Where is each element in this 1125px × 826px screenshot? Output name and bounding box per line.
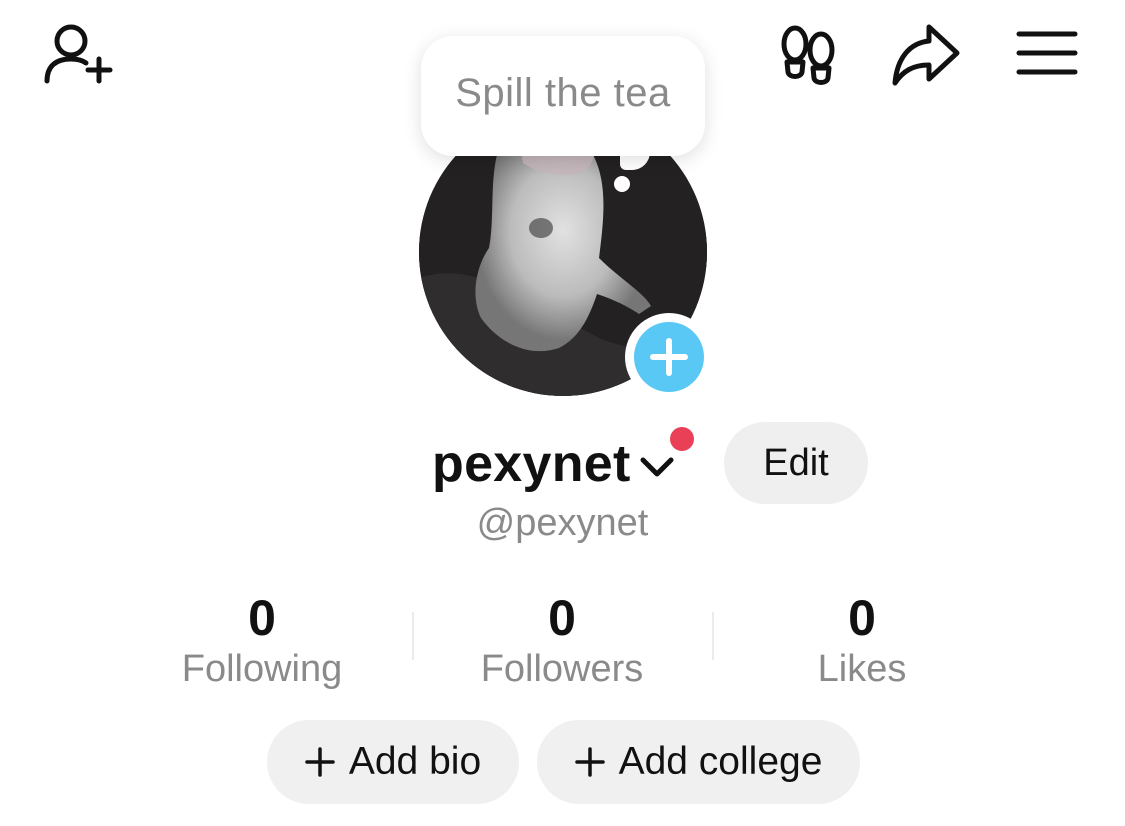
add-college-label: Add college xyxy=(618,740,823,783)
bubble-dot xyxy=(614,176,630,192)
add-college-button[interactable]: Add college xyxy=(537,720,860,804)
likes-count: 0 xyxy=(848,590,876,646)
add-bio-button[interactable]: Add bio xyxy=(267,720,519,804)
stat-following[interactable]: 0 Following xyxy=(112,590,412,692)
edit-profile-button[interactable]: Edit xyxy=(724,422,868,504)
person-plus-icon xyxy=(44,24,113,84)
username-handle: @pexynet xyxy=(476,502,649,544)
stat-likes[interactable]: 0 Likes xyxy=(712,590,1012,692)
add-bio-label: Add bio xyxy=(348,740,482,783)
following-label: Following xyxy=(181,648,343,690)
status-bubble[interactable]: Spill the tea xyxy=(421,36,705,156)
status-bubble-text: Spill the tea xyxy=(455,70,671,115)
add-avatar-button[interactable] xyxy=(625,313,713,401)
add-friend-button[interactable] xyxy=(38,18,118,90)
notification-dot xyxy=(670,427,694,451)
following-count: 0 xyxy=(248,590,276,646)
menu-button[interactable] xyxy=(1014,26,1080,80)
profile-views-button[interactable] xyxy=(774,20,842,90)
plus-icon xyxy=(574,747,605,777)
username-switcher[interactable]: pexynet xyxy=(432,432,675,496)
plus-icon xyxy=(650,338,688,376)
add-avatar-circle xyxy=(634,322,704,392)
share-profile-button[interactable] xyxy=(888,20,964,88)
display-name: pexynet xyxy=(432,435,631,493)
followers-count: 0 xyxy=(548,590,576,646)
footprints-icon xyxy=(781,25,835,85)
stat-followers[interactable]: 0 Followers xyxy=(412,590,712,692)
followers-label: Followers xyxy=(480,648,644,690)
chevron-down-icon xyxy=(640,457,674,477)
hamburger-menu-icon xyxy=(1016,31,1078,75)
plus-icon xyxy=(305,747,335,777)
likes-label: Likes xyxy=(817,648,907,690)
share-arrow-icon xyxy=(892,24,960,86)
